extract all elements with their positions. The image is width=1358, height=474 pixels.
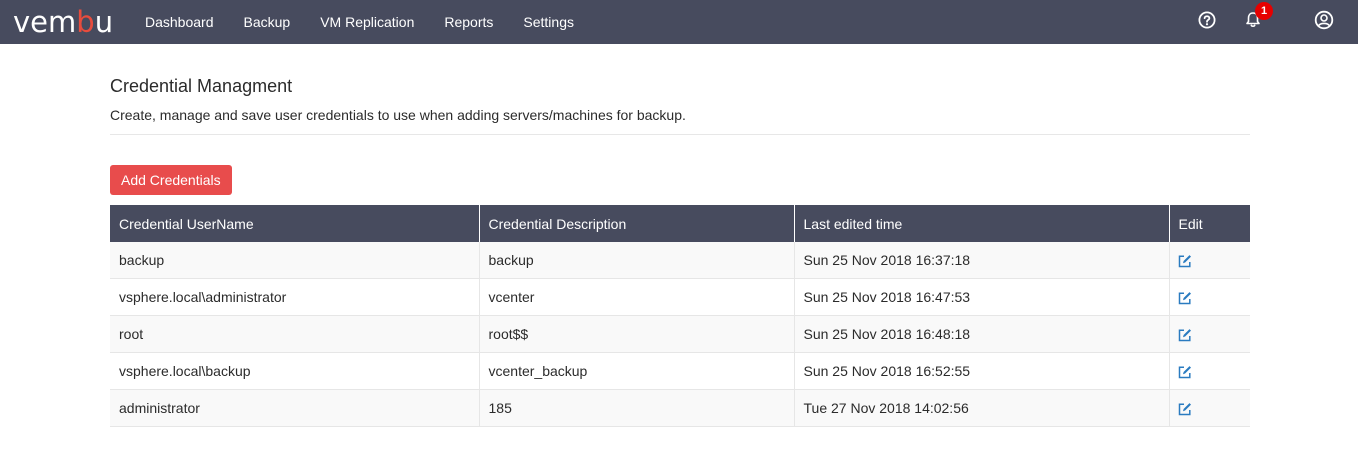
page-description: Create, manage and save user credentials… (110, 107, 686, 123)
credentials-table: Credential UserName Credential Descripti… (110, 205, 1250, 427)
cell-edit (1169, 242, 1250, 279)
nav-settings[interactable]: Settings (523, 14, 574, 30)
table-row: backup backup Sun 25 Nov 2018 16:37:18 (110, 242, 1250, 279)
cell-description: root$$ (479, 315, 795, 353)
column-header-username[interactable]: Credential UserName (110, 205, 480, 242)
add-credentials-button[interactable]: Add Credentials (110, 165, 232, 195)
nav-reports[interactable]: Reports (444, 14, 493, 30)
cell-description: backup (479, 242, 795, 279)
logo-text: vem (13, 4, 77, 39)
edit-icon[interactable] (1178, 365, 1192, 379)
page-title: Credential Managment (110, 76, 293, 96)
help-circle-icon[interactable] (1197, 10, 1217, 30)
main-nav: Dashboard Backup VM Replication Reports … (145, 14, 604, 30)
vembu-logo[interactable]: vem b u (13, 7, 115, 37)
cell-last-edited: Sun 25 Nov 2018 16:52:55 (794, 352, 1170, 390)
cell-edit (1169, 278, 1250, 316)
cell-username: vsphere.local\backup (110, 352, 480, 390)
user-circle-icon[interactable] (1314, 10, 1334, 30)
cell-description: vcenter (479, 278, 795, 316)
section-divider (110, 134, 1250, 135)
logo-text-end: u (94, 4, 114, 39)
logo-accent-text: b (76, 4, 95, 39)
cell-description: 185 (479, 389, 795, 427)
cell-last-edited: Sun 25 Nov 2018 16:48:18 (794, 315, 1170, 353)
edit-icon[interactable] (1178, 402, 1192, 416)
column-header-last-edited[interactable]: Last edited time (794, 205, 1170, 242)
cell-edit (1169, 315, 1250, 353)
cell-last-edited: Sun 25 Nov 2018 16:47:53 (794, 278, 1170, 316)
cell-username: administrator (110, 389, 480, 427)
table-row: vsphere.local\backup vcenter_backup Sun … (110, 352, 1250, 390)
table-row: vsphere.local\administrator vcenter Sun … (110, 278, 1250, 316)
edit-icon[interactable] (1178, 254, 1192, 268)
notification-badge[interactable]: 1 (1255, 2, 1273, 20)
cell-edit (1169, 389, 1250, 427)
edit-icon[interactable] (1178, 328, 1192, 342)
cell-username: vsphere.local\administrator (110, 278, 480, 316)
cell-username: backup (110, 242, 480, 279)
cell-last-edited: Tue 27 Nov 2018 14:02:56 (794, 389, 1170, 427)
nav-backup[interactable]: Backup (244, 14, 291, 30)
cell-last-edited: Sun 25 Nov 2018 16:37:18 (794, 242, 1170, 279)
table-header-row: Credential UserName Credential Descripti… (110, 205, 1250, 242)
edit-icon[interactable] (1178, 291, 1192, 305)
main-content: Credential Managment Create, manage and … (110, 44, 1250, 427)
nav-dashboard[interactable]: Dashboard (145, 14, 214, 30)
top-navigation-bar: vem b u Dashboard Backup VM Replication Re… (0, 0, 1358, 44)
table-row: administrator 185 Tue 27 Nov 2018 14:02:… (110, 389, 1250, 427)
cell-edit (1169, 352, 1250, 390)
column-header-description[interactable]: Credential Description (479, 205, 795, 242)
cell-description: vcenter_backup (479, 352, 795, 390)
column-header-edit: Edit (1169, 205, 1250, 242)
table-row: root root$$ Sun 25 Nov 2018 16:48:18 (110, 315, 1250, 353)
cell-username: root (110, 315, 480, 353)
nav-vm-replication[interactable]: VM Replication (320, 14, 414, 30)
